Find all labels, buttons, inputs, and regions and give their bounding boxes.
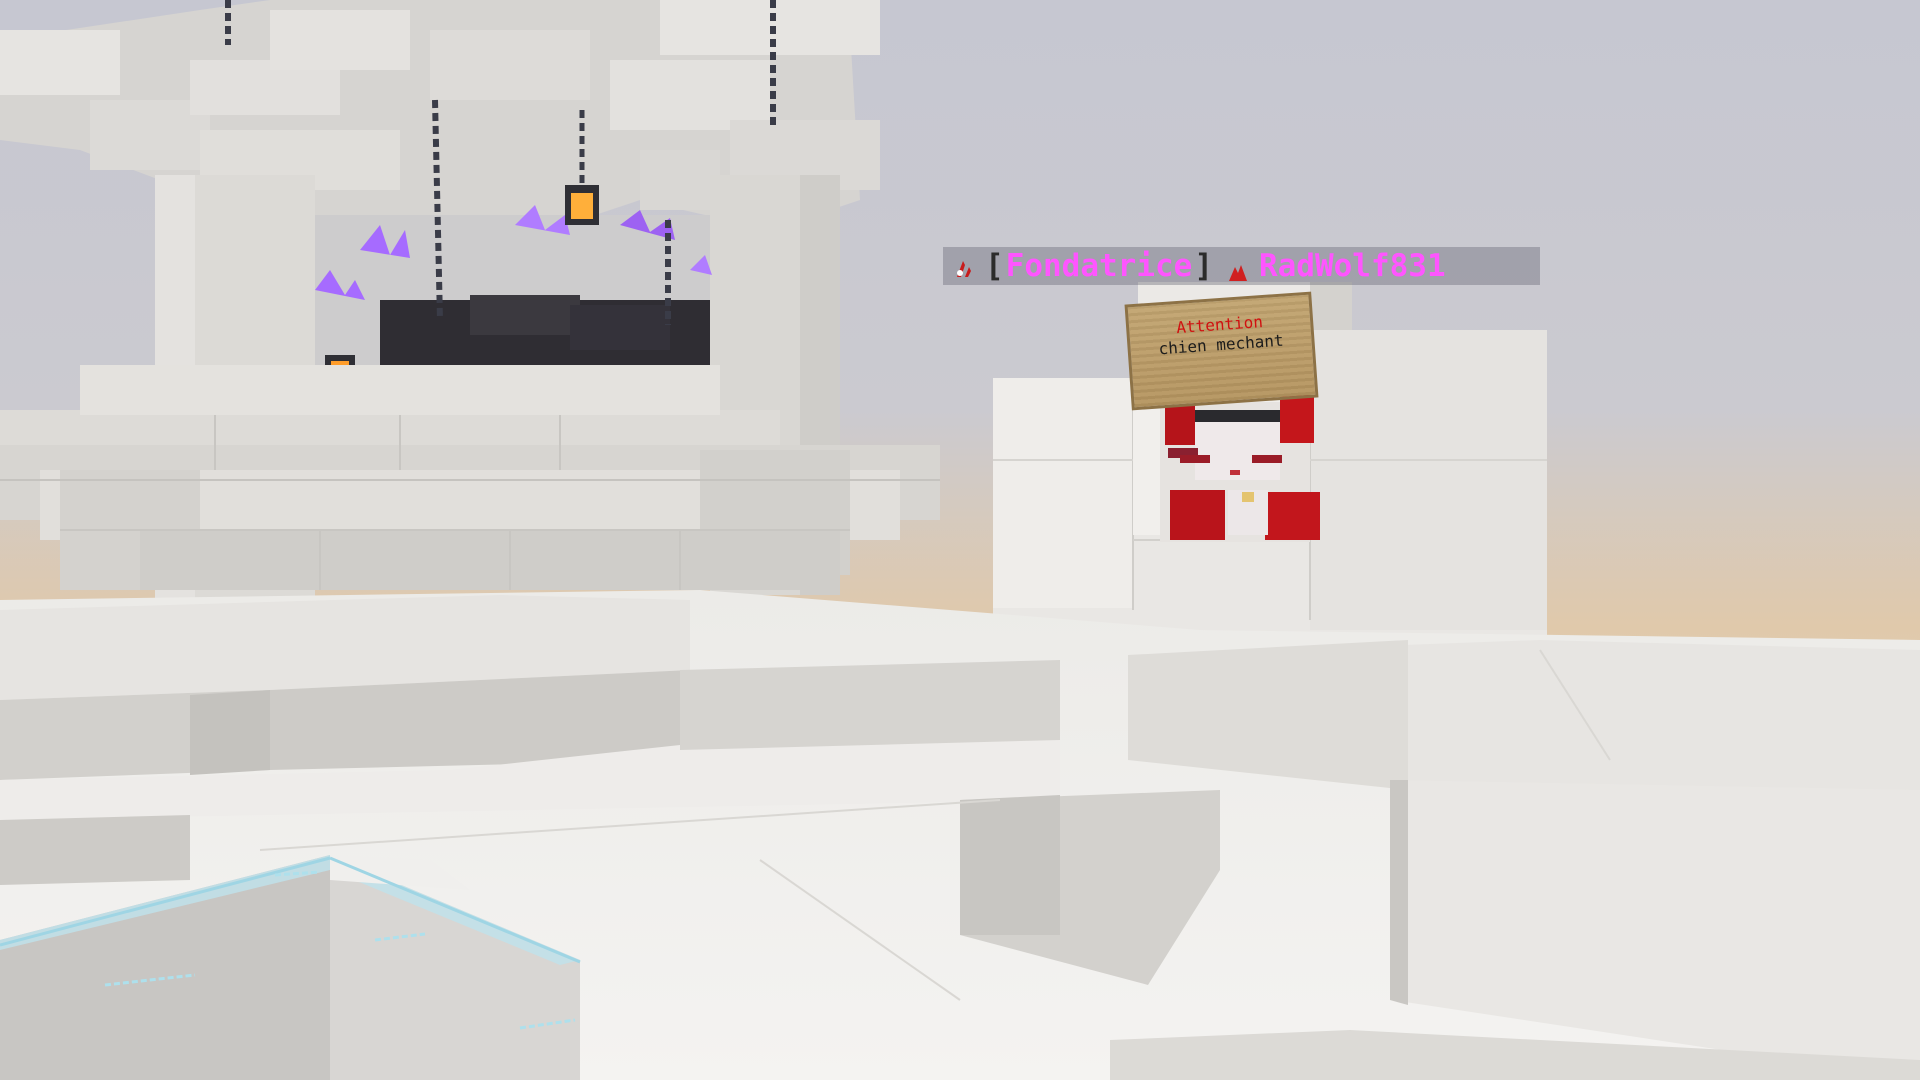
wooden-sign[interactable]: Attention chien mechant xyxy=(1124,291,1319,411)
player-avatar[interactable] xyxy=(1160,395,1320,542)
rank-label: Fondatrice xyxy=(1005,248,1193,284)
game-viewport xyxy=(0,0,1920,1080)
player-nametag: [ Fondatrice ] RadWolf831 xyxy=(943,247,1540,285)
wolf-icon xyxy=(1227,255,1249,281)
floor xyxy=(0,590,1920,1080)
nametag-open-bracket: [ xyxy=(985,248,1004,284)
claw-icon xyxy=(951,253,977,279)
nametag-close-bracket: ] xyxy=(1194,248,1213,284)
player-name: RadWolf831 xyxy=(1258,248,1446,284)
